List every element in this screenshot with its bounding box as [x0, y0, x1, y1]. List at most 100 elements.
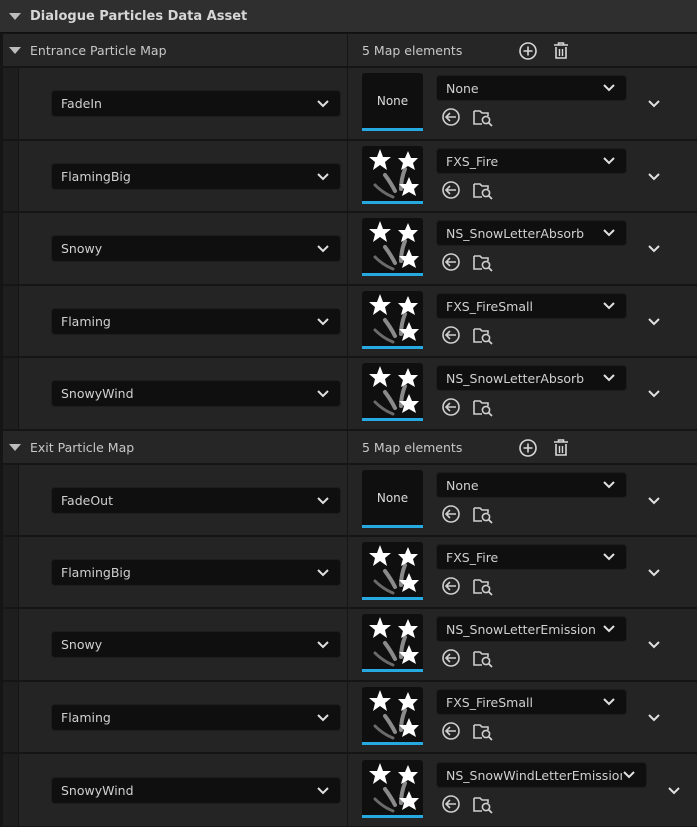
chevron-down-icon[interactable]: [646, 637, 662, 653]
asset-thumbnail[interactable]: [362, 760, 423, 818]
use-selected-asset-icon[interactable]: [440, 793, 462, 815]
chevron-down-icon: [316, 494, 330, 508]
key-combo[interactable]: SnowyWind: [51, 777, 341, 804]
collapse-caret-icon[interactable]: [9, 47, 21, 54]
key-combo[interactable]: FlamingBig: [51, 163, 341, 190]
map-entry-row: FadeOut None None: [3, 465, 697, 536]
browse-asset-icon[interactable]: [472, 720, 494, 742]
use-selected-asset-icon[interactable]: [440, 251, 462, 273]
column-divider: [347, 754, 348, 826]
asset-picker-combo[interactable]: NS_SnowLetterAbsorb: [436, 365, 627, 391]
use-selected-asset-icon[interactable]: [440, 647, 462, 669]
key-combo[interactable]: Flaming: [51, 308, 341, 335]
key-label: SnowyWind: [61, 386, 134, 401]
asset-label: FXS_Fire: [446, 549, 499, 565]
details-panel: Dialogue Particles Data Asset Entrance P…: [0, 0, 697, 827]
browse-asset-icon[interactable]: [472, 251, 494, 273]
asset-thumbnail[interactable]: None: [362, 73, 423, 131]
entrance-map-header[interactable]: Entrance Particle Map 5 Map elements: [3, 34, 697, 67]
chevron-down-icon[interactable]: [646, 710, 662, 726]
collapse-caret-icon[interactable]: [9, 12, 21, 20]
chevron-down-icon[interactable]: [646, 493, 662, 509]
asset-thumbnail[interactable]: [362, 363, 423, 421]
map-header-title-area[interactable]: Exit Particle Map: [3, 431, 347, 464]
column-divider: [347, 431, 348, 464]
key-combo[interactable]: SnowyWind: [51, 380, 341, 407]
asset-picker-combo[interactable]: FXS_FireSmall: [436, 689, 627, 715]
asset-picker-combo[interactable]: FXS_Fire: [436, 148, 627, 174]
row-indent: [3, 286, 19, 356]
row-indent: [3, 682, 19, 752]
asset-picker-combo[interactable]: FXS_FireSmall: [436, 293, 627, 319]
use-selected-asset-icon[interactable]: [440, 720, 462, 742]
chevron-down-icon[interactable]: [646, 386, 662, 402]
chevron-down-icon: [316, 638, 330, 652]
browse-asset-icon[interactable]: [472, 106, 494, 128]
asset-thumbnail[interactable]: [362, 542, 423, 600]
category-header[interactable]: Dialogue Particles Data Asset: [0, 0, 697, 33]
key-combo[interactable]: FadeIn: [51, 90, 341, 117]
key-combo[interactable]: Snowy: [51, 235, 341, 262]
chevron-down-icon[interactable]: [646, 565, 662, 581]
asset-thumbnail[interactable]: [362, 291, 423, 349]
add-element-icon[interactable]: [518, 41, 538, 61]
use-selected-asset-icon[interactable]: [440, 106, 462, 128]
chevron-down-icon[interactable]: [646, 241, 662, 257]
chevron-down-icon: [602, 371, 616, 385]
asset-thumbnail[interactable]: [362, 614, 423, 672]
trash-icon[interactable]: [551, 41, 571, 61]
chevron-down-icon: [622, 768, 636, 782]
key-combo[interactable]: Snowy: [51, 631, 341, 658]
asset-picker-combo[interactable]: NS_SnowLetterEmission: [436, 616, 627, 642]
column-divider: [347, 537, 348, 607]
thumbnail-accent-bar: [362, 525, 423, 528]
exit-map-header[interactable]: Exit Particle Map 5 Map elements: [3, 431, 697, 464]
row-indent: [3, 213, 19, 284]
map-entry-row: SnowyWind NS_SnowWindLetterEmission: [3, 754, 697, 827]
chevron-down-icon: [602, 550, 616, 564]
key-label: Flaming: [61, 314, 111, 329]
chevron-down-icon: [316, 387, 330, 401]
browse-asset-icon[interactable]: [472, 793, 494, 815]
asset-picker-combo[interactable]: NS_SnowWindLetterEmission: [436, 762, 647, 788]
trash-icon[interactable]: [551, 438, 571, 458]
asset-picker-combo[interactable]: None: [436, 472, 627, 498]
browse-asset-icon[interactable]: [472, 647, 494, 669]
asset-picker-combo[interactable]: NS_SnowLetterAbsorb: [436, 220, 627, 246]
key-combo[interactable]: Flaming: [51, 704, 341, 731]
use-selected-asset-icon[interactable]: [440, 575, 462, 597]
key-combo[interactable]: FlamingBig: [51, 559, 341, 586]
collapse-caret-icon[interactable]: [9, 444, 21, 451]
thumbnail-accent-bar: [362, 815, 423, 818]
column-divider: [347, 358, 348, 429]
asset-thumbnail[interactable]: [362, 146, 423, 204]
use-selected-asset-icon[interactable]: [440, 503, 462, 525]
browse-asset-icon[interactable]: [472, 396, 494, 418]
chevron-down-icon[interactable]: [646, 169, 662, 185]
browse-asset-icon[interactable]: [472, 575, 494, 597]
use-selected-asset-icon[interactable]: [440, 324, 462, 346]
use-selected-asset-icon[interactable]: [440, 396, 462, 418]
asset-thumbnail[interactable]: [362, 218, 423, 276]
asset-label: NS_SnowWindLetterEmission: [446, 767, 622, 783]
asset-picker-combo[interactable]: None: [436, 75, 627, 101]
thumbnail-accent-bar: [362, 273, 423, 276]
use-selected-asset-icon[interactable]: [440, 179, 462, 201]
chevron-down-icon[interactable]: [646, 96, 662, 112]
add-element-icon[interactable]: [518, 438, 538, 458]
key-label: FlamingBig: [61, 565, 131, 580]
chevron-down-icon[interactable]: [646, 314, 662, 330]
browse-asset-icon[interactable]: [472, 179, 494, 201]
chevron-down-icon: [316, 711, 330, 725]
chevron-down-icon[interactable]: [666, 783, 682, 799]
asset-picker-combo[interactable]: FXS_Fire: [436, 544, 627, 570]
map-header-title-area[interactable]: Entrance Particle Map: [3, 34, 347, 67]
browse-asset-icon[interactable]: [472, 324, 494, 346]
key-label: FlamingBig: [61, 169, 131, 184]
key-combo[interactable]: FadeOut: [51, 487, 341, 514]
asset-thumbnail[interactable]: None: [362, 470, 423, 528]
browse-asset-icon[interactable]: [472, 503, 494, 525]
map-entry-row: FadeIn None None: [3, 68, 697, 140]
asset-thumbnail[interactable]: [362, 687, 423, 745]
row-indent: [3, 358, 19, 429]
